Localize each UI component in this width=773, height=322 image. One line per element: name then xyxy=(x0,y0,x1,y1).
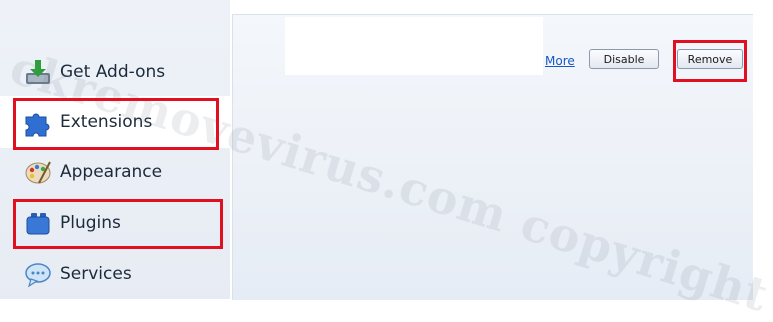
addon-item-info xyxy=(285,17,543,75)
sidebar-item-plugins[interactable]: Plugins xyxy=(12,201,218,245)
addon-details-panel: More Disable Remove xyxy=(232,14,753,300)
sidebar-item-label: Plugins xyxy=(60,213,121,233)
lego-block-icon xyxy=(22,207,54,239)
more-link[interactable]: More xyxy=(545,54,575,68)
sidebar-item-services[interactable]: Services xyxy=(12,252,218,296)
remove-button[interactable]: Remove xyxy=(677,49,743,69)
speech-bubble-icon xyxy=(22,258,54,290)
sidebar: Get Add-ons Extensions Appearance Plugin… xyxy=(0,0,230,299)
sidebar-item-appearance[interactable]: Appearance xyxy=(12,150,218,194)
sidebar-item-label: Services xyxy=(60,264,132,284)
sidebar-item-label: Appearance xyxy=(60,162,163,182)
sidebar-item-label: Get Add-ons xyxy=(60,62,166,82)
palette-icon xyxy=(22,156,54,188)
sidebar-item-get-addons[interactable]: Get Add-ons xyxy=(12,50,218,94)
sidebar-item-label: Extensions xyxy=(60,112,153,132)
download-icon xyxy=(22,56,54,88)
disable-button[interactable]: Disable xyxy=(589,49,659,69)
sidebar-item-extensions[interactable]: Extensions xyxy=(0,96,230,148)
puzzle-icon xyxy=(22,106,54,138)
